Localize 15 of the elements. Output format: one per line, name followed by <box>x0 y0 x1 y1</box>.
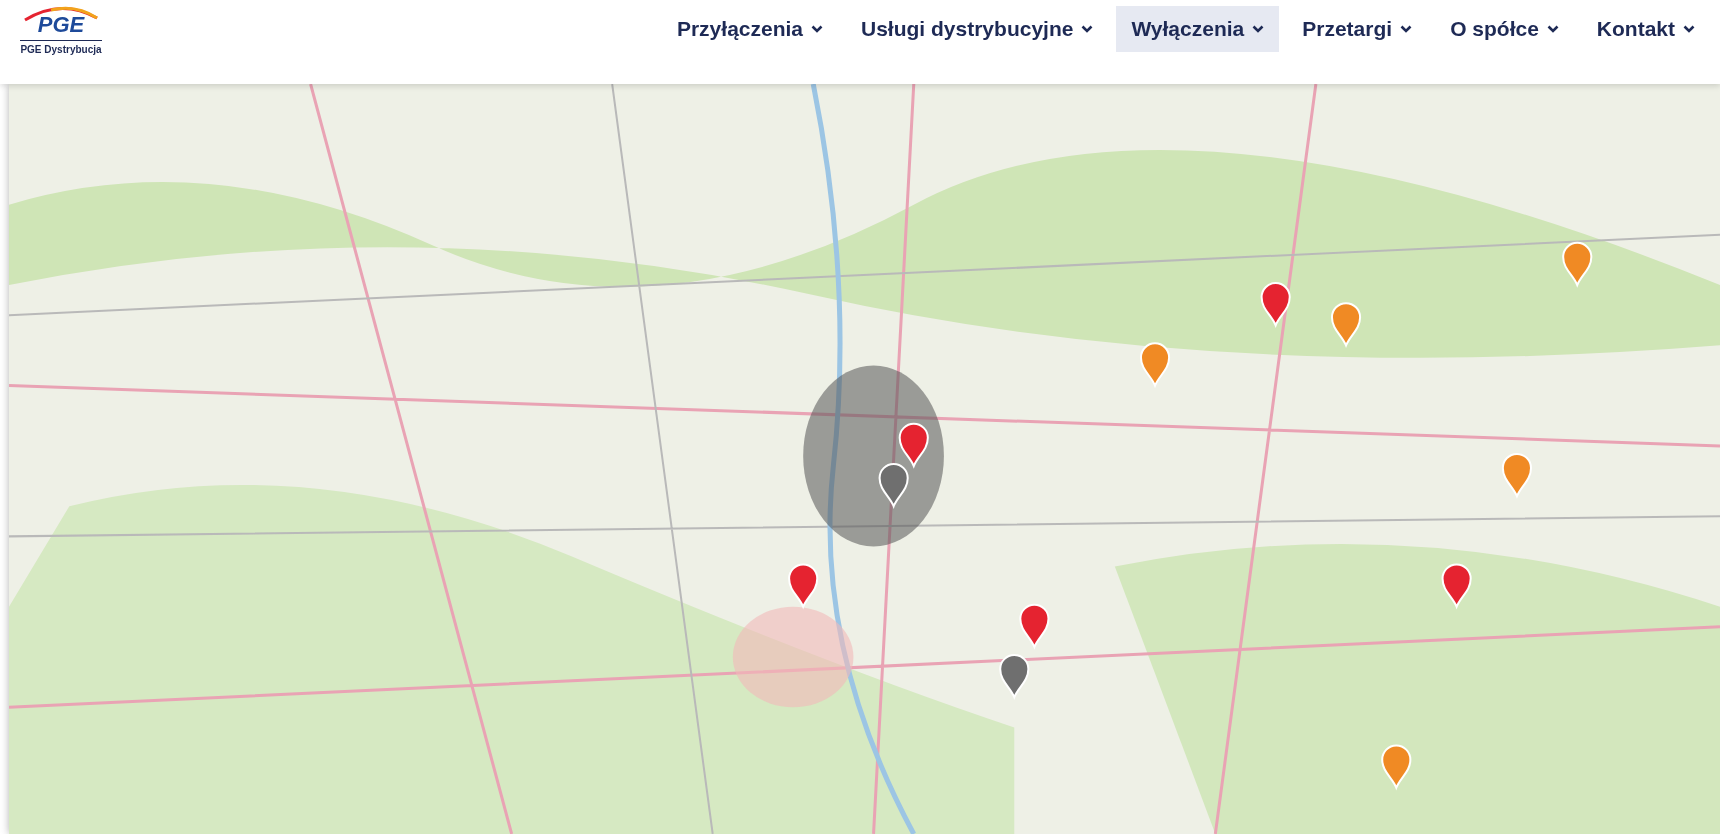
nav-item[interactable]: Przetargi <box>1287 6 1428 52</box>
chevron-icon <box>1400 25 1413 33</box>
nav-item[interactable]: Kontakt <box>1581 6 1710 52</box>
chevron-icon <box>1546 25 1559 33</box>
logo-brand: PGE <box>37 12 85 38</box>
nav-item[interactable]: Przyłączenia <box>661 6 838 52</box>
nav-item[interactable]: O spółce <box>1435 6 1574 52</box>
chevron-icon <box>811 25 823 33</box>
chevron-icon <box>1081 25 1094 33</box>
logo-name: PGE Dystrybucja <box>20 40 102 55</box>
nav-item[interactable]: Usługi dystrybucyjne <box>846 6 1109 52</box>
chevron-icon <box>1683 25 1695 33</box>
nav-item[interactable]: Wyłączenia <box>1116 6 1280 52</box>
logo[interactable]: PGE PGE Dystrybucja <box>18 0 104 55</box>
chevron-icon <box>1252 25 1265 33</box>
